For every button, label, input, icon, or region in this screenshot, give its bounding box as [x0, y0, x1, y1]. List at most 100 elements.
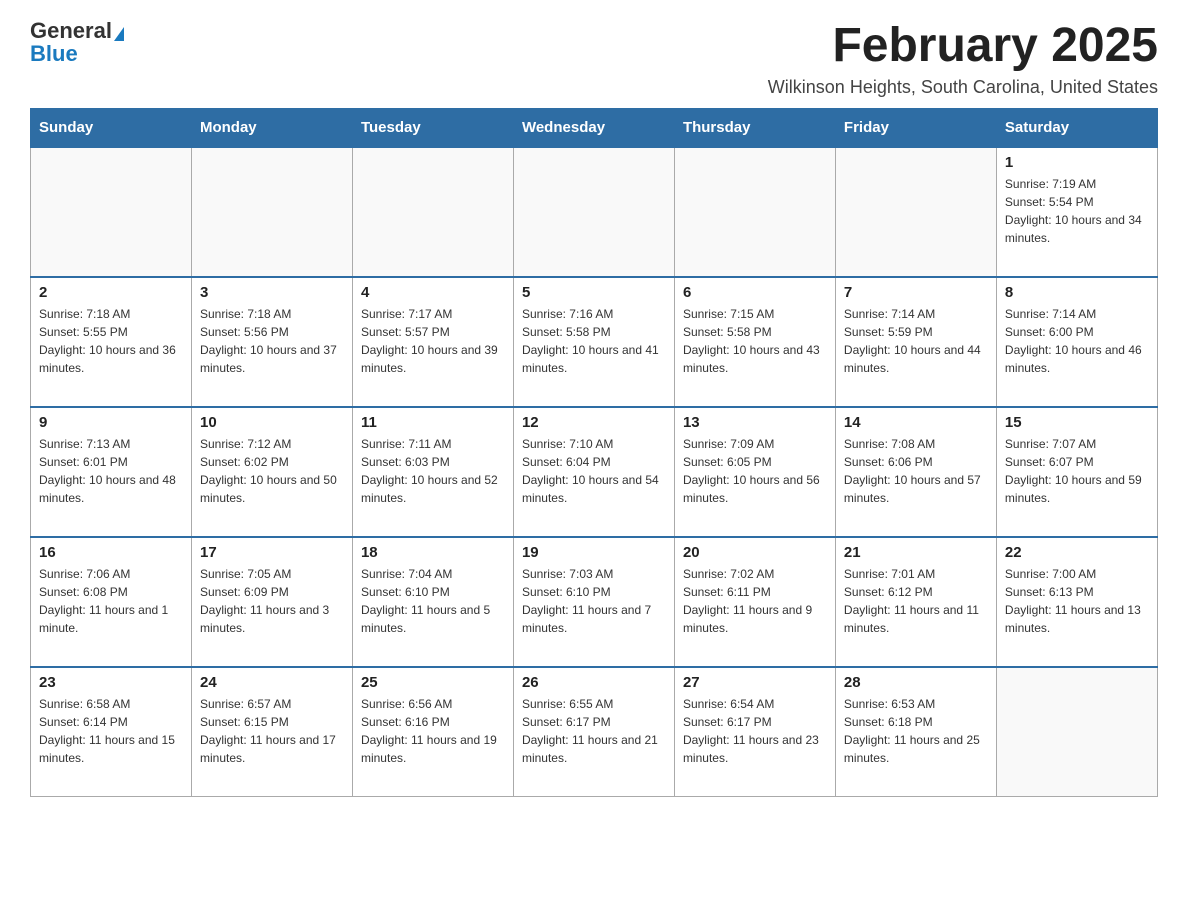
- day-of-week-header: Friday: [835, 108, 996, 147]
- day-number: 15: [1005, 414, 1149, 431]
- day-number: 14: [844, 414, 988, 431]
- day-info: Sunrise: 7:05 AMSunset: 6:09 PMDaylight:…: [200, 565, 344, 637]
- logo: General Blue: [30, 20, 124, 65]
- day-number: 19: [522, 544, 666, 561]
- calendar-day-cell: 14 Sunrise: 7:08 AMSunset: 6:06 PMDayligh…: [835, 407, 996, 537]
- page-header: General Blue February 2025 Wilkinson Hei…: [30, 20, 1158, 98]
- day-number: 10: [200, 414, 344, 431]
- calendar-day-cell: [996, 667, 1157, 797]
- calendar-day-cell: [352, 147, 513, 277]
- day-info: Sunrise: 7:09 AMSunset: 6:05 PMDaylight:…: [683, 435, 827, 507]
- calendar-week-row: 1 Sunrise: 7:19 AMSunset: 5:54 PMDaylight…: [31, 147, 1158, 277]
- calendar-day-cell: 18Sunrise: 7:04 AMSunset: 6:10 PMDayligh…: [352, 537, 513, 667]
- day-info: Sunrise: 7:16 AMSunset: 5:58 PMDaylight:…: [522, 305, 666, 377]
- day-info: Sunrise: 6:54 AMSunset: 6:17 PMDaylight:…: [683, 695, 827, 767]
- day-number: 5: [522, 284, 666, 301]
- logo-blue-text: Blue: [30, 43, 78, 65]
- day-of-week-header: Monday: [191, 108, 352, 147]
- calendar-day-cell: 26 Sunrise: 6:55 AMSunset: 6:17 PMDayligh…: [513, 667, 674, 797]
- day-info: Sunrise: 7:11 AMSunset: 6:03 PMDaylight:…: [361, 435, 505, 507]
- day-number: 3: [200, 284, 344, 301]
- calendar-day-cell: 9 Sunrise: 7:13 AMSunset: 6:01 PMDaylight…: [31, 407, 192, 537]
- calendar-day-cell: 20 Sunrise: 7:02 AMSunset: 6:11 PMDayligh…: [674, 537, 835, 667]
- day-info: Sunrise: 7:17 AMSunset: 5:57 PMDaylight:…: [361, 305, 505, 377]
- calendar-day-cell: 10 Sunrise: 7:12 AMSunset: 6:02 PMDayligh…: [191, 407, 352, 537]
- day-number: 21: [844, 544, 988, 561]
- calendar-day-cell: 15 Sunrise: 7:07 AMSunset: 6:07 PMDayligh…: [996, 407, 1157, 537]
- day-info: Sunrise: 6:58 AMSunset: 6:14 PMDaylight:…: [39, 695, 183, 767]
- day-number: 26: [522, 674, 666, 691]
- day-info: Sunrise: 7:07 AMSunset: 6:07 PMDaylight:…: [1005, 435, 1149, 507]
- calendar-day-cell: 23 Sunrise: 6:58 AMSunset: 6:14 PMDayligh…: [31, 667, 192, 797]
- calendar-day-cell: 12 Sunrise: 7:10 AMSunset: 6:04 PMDayligh…: [513, 407, 674, 537]
- logo-triangle-icon: [114, 27, 124, 41]
- day-number: 1: [1005, 154, 1149, 171]
- month-title: February 2025: [768, 20, 1158, 73]
- day-info: Sunrise: 7:15 AMSunset: 5:58 PMDaylight:…: [683, 305, 827, 377]
- calendar-day-cell: 16 Sunrise: 7:06 AMSunset: 6:08 PMDayligh…: [31, 537, 192, 667]
- calendar-day-cell: 1 Sunrise: 7:19 AMSunset: 5:54 PMDaylight…: [996, 147, 1157, 277]
- day-info: Sunrise: 7:04 AMSunset: 6:10 PMDaylight:…: [361, 565, 505, 637]
- day-info: Sunrise: 6:55 AMSunset: 6:17 PMDaylight:…: [522, 695, 666, 767]
- day-info: Sunrise: 7:06 AMSunset: 6:08 PMDaylight:…: [39, 565, 183, 637]
- calendar-table: SundayMondayTuesdayWednesdayThursdayFrid…: [30, 108, 1158, 798]
- title-block: February 2025 Wilkinson Heights, South C…: [768, 20, 1158, 98]
- calendar-day-cell: 25Sunrise: 6:56 AMSunset: 6:16 PMDayligh…: [352, 667, 513, 797]
- day-info: Sunrise: 7:08 AMSunset: 6:06 PMDaylight:…: [844, 435, 988, 507]
- day-info: Sunrise: 7:12 AMSunset: 6:02 PMDaylight:…: [200, 435, 344, 507]
- day-info: Sunrise: 7:02 AMSunset: 6:11 PMDaylight:…: [683, 565, 827, 637]
- day-info: Sunrise: 7:01 AMSunset: 6:12 PMDaylight:…: [844, 565, 988, 637]
- calendar-day-cell: 17Sunrise: 7:05 AMSunset: 6:09 PMDayligh…: [191, 537, 352, 667]
- calendar-day-cell: 5 Sunrise: 7:16 AMSunset: 5:58 PMDaylight…: [513, 277, 674, 407]
- calendar-day-cell: 8 Sunrise: 7:14 AMSunset: 6:00 PMDaylight…: [996, 277, 1157, 407]
- calendar-day-cell: 22 Sunrise: 7:00 AMSunset: 6:13 PMDayligh…: [996, 537, 1157, 667]
- day-of-week-header: Tuesday: [352, 108, 513, 147]
- calendar-day-cell: [513, 147, 674, 277]
- day-number: 12: [522, 414, 666, 431]
- calendar-day-cell: 21 Sunrise: 7:01 AMSunset: 6:12 PMDayligh…: [835, 537, 996, 667]
- day-number: 9: [39, 414, 183, 431]
- day-number: 16: [39, 544, 183, 561]
- day-number: 13: [683, 414, 827, 431]
- calendar-day-cell: 4Sunrise: 7:17 AMSunset: 5:57 PMDaylight…: [352, 277, 513, 407]
- calendar-week-row: 23 Sunrise: 6:58 AMSunset: 6:14 PMDayligh…: [31, 667, 1158, 797]
- calendar-day-cell: [191, 147, 352, 277]
- calendar-day-cell: 11 Sunrise: 7:11 AMSunset: 6:03 PMDayligh…: [352, 407, 513, 537]
- calendar-week-row: 16 Sunrise: 7:06 AMSunset: 6:08 PMDayligh…: [31, 537, 1158, 667]
- day-of-week-header: Sunday: [31, 108, 192, 147]
- day-of-week-header: Thursday: [674, 108, 835, 147]
- day-info: Sunrise: 7:19 AMSunset: 5:54 PMDaylight:…: [1005, 175, 1149, 247]
- day-info: Sunrise: 7:14 AMSunset: 6:00 PMDaylight:…: [1005, 305, 1149, 377]
- logo-general-text: General: [30, 18, 112, 43]
- calendar-day-cell: 2 Sunrise: 7:18 AMSunset: 5:55 PMDaylight…: [31, 277, 192, 407]
- day-number: 23: [39, 674, 183, 691]
- calendar-week-row: 2 Sunrise: 7:18 AMSunset: 5:55 PMDaylight…: [31, 277, 1158, 407]
- day-number: 22: [1005, 544, 1149, 561]
- calendar-day-cell: 6 Sunrise: 7:15 AMSunset: 5:58 PMDaylight…: [674, 277, 835, 407]
- day-number: 20: [683, 544, 827, 561]
- day-info: Sunrise: 7:13 AMSunset: 6:01 PMDaylight:…: [39, 435, 183, 507]
- day-info: Sunrise: 7:03 AMSunset: 6:10 PMDaylight:…: [522, 565, 666, 637]
- calendar-day-cell: 24 Sunrise: 6:57 AMSunset: 6:15 PMDayligh…: [191, 667, 352, 797]
- day-info: Sunrise: 7:18 AMSunset: 5:55 PMDaylight:…: [39, 305, 183, 377]
- day-info: Sunrise: 7:00 AMSunset: 6:13 PMDaylight:…: [1005, 565, 1149, 637]
- day-of-week-header: Wednesday: [513, 108, 674, 147]
- day-number: 8: [1005, 284, 1149, 301]
- calendar-day-cell: [674, 147, 835, 277]
- logo-general-line: General: [30, 20, 124, 43]
- calendar-day-cell: [835, 147, 996, 277]
- calendar-day-cell: 7Sunrise: 7:14 AMSunset: 5:59 PMDaylight…: [835, 277, 996, 407]
- day-number: 2: [39, 284, 183, 301]
- day-number: 6: [683, 284, 827, 301]
- calendar-header-row: SundayMondayTuesdayWednesdayThursdayFrid…: [31, 108, 1158, 147]
- day-number: 27: [683, 674, 827, 691]
- day-number: 11: [361, 414, 505, 431]
- day-number: 24: [200, 674, 344, 691]
- calendar-day-cell: 28Sunrise: 6:53 AMSunset: 6:18 PMDayligh…: [835, 667, 996, 797]
- day-info: Sunrise: 7:18 AMSunset: 5:56 PMDaylight:…: [200, 305, 344, 377]
- day-info: Sunrise: 7:14 AMSunset: 5:59 PMDaylight:…: [844, 305, 988, 377]
- calendar-day-cell: [31, 147, 192, 277]
- calendar-day-cell: 27 Sunrise: 6:54 AMSunset: 6:17 PMDayligh…: [674, 667, 835, 797]
- day-info: Sunrise: 7:10 AMSunset: 6:04 PMDaylight:…: [522, 435, 666, 507]
- day-info: Sunrise: 6:57 AMSunset: 6:15 PMDaylight:…: [200, 695, 344, 767]
